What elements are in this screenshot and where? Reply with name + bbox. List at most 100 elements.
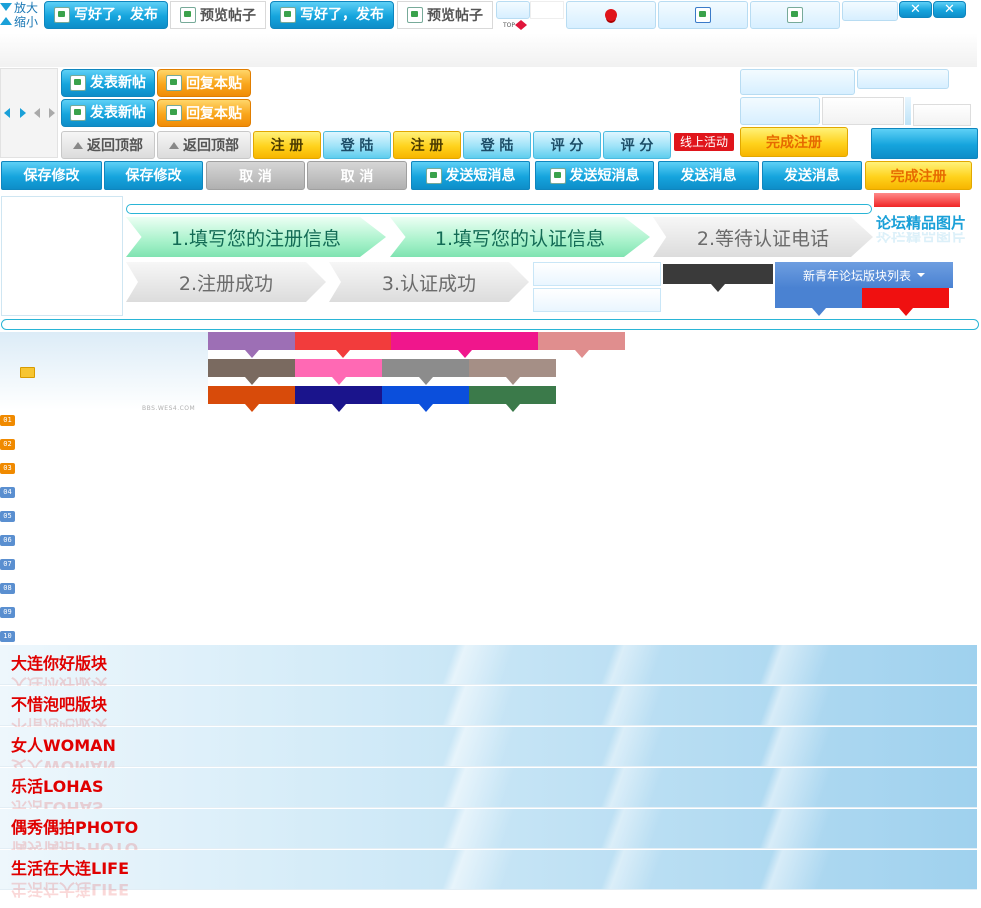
zoom-shrink[interactable]: 缩小 xyxy=(0,14,44,29)
swatch-orange[interactable] xyxy=(208,386,295,412)
close-icon: ✕ xyxy=(910,2,921,17)
board-banner-3[interactable]: 乐活LOHAS 乐活LOHAS xyxy=(0,768,977,817)
board-list-dropdown[interactable]: 新青年论坛版块列表 xyxy=(775,262,953,288)
step-1: 1.填写您的注册信息 xyxy=(126,217,386,257)
board-banner-1[interactable]: 不惜泡吧版块 不惜泡吧版块 xyxy=(0,686,977,735)
register-button-2[interactable]: 注 册 xyxy=(393,131,461,159)
featured-images-title[interactable]: 论坛精品图片 xyxy=(876,212,981,232)
close-button[interactable]: ✕ xyxy=(899,1,932,18)
top-slot-2[interactable] xyxy=(530,1,564,19)
login-button[interactable]: 登 陆 xyxy=(323,131,391,159)
right-slot-2[interactable] xyxy=(857,69,949,89)
export-button[interactable] xyxy=(750,1,840,29)
reply-button[interactable]: 回复本贴 xyxy=(157,69,251,97)
preview-button[interactable]: 预览帖子 xyxy=(170,1,266,29)
message-icon xyxy=(425,167,442,184)
preview-icon xyxy=(180,7,196,23)
arrow-left-icon[interactable] xyxy=(34,108,40,118)
arrow-right-icon[interactable] xyxy=(49,108,55,118)
number-badge: 01 xyxy=(0,415,15,426)
edit-icon xyxy=(280,7,296,23)
number-badge: 02 xyxy=(0,439,15,450)
right-slot-5[interactable] xyxy=(905,97,911,125)
cancel-button-2[interactable]: 取 消 xyxy=(307,161,407,190)
send-sms-button[interactable]: 发送短消息 xyxy=(411,161,530,190)
swatch-taupe[interactable] xyxy=(469,359,556,385)
number-badge: 07 xyxy=(0,559,15,570)
board-banner-4[interactable]: 偶秀偶拍PHOTO 偶秀偶拍PHOTO xyxy=(0,809,977,858)
award-button[interactable] xyxy=(566,1,656,29)
document-icon xyxy=(695,7,711,23)
step-5: 3.认证成功 xyxy=(329,262,529,302)
swatch-rose[interactable] xyxy=(538,332,625,358)
number-badge: 03 xyxy=(0,463,15,474)
doc-button[interactable] xyxy=(658,1,748,29)
header-divider xyxy=(0,33,977,67)
right-slot-1[interactable] xyxy=(740,69,855,95)
complete-register-button[interactable]: 完成注册 xyxy=(740,127,848,157)
right-slot-4[interactable] xyxy=(822,97,904,125)
swatch-purple[interactable] xyxy=(208,332,295,358)
swatch-grey[interactable] xyxy=(382,359,469,385)
right-slot-7[interactable] xyxy=(871,128,978,159)
featured-images-mirror: 论坛精品图片 xyxy=(876,232,967,244)
send-message-button[interactable]: 发送消息 xyxy=(658,161,759,190)
board-banner-2[interactable]: 女人WOMAN 女人WOMAN xyxy=(0,727,977,776)
step-slot xyxy=(533,262,661,286)
swatch-brown[interactable] xyxy=(208,359,295,385)
login-button-2[interactable]: 登 陆 xyxy=(463,131,531,159)
mail-icon[interactable] xyxy=(20,367,35,378)
close-button-2[interactable]: ✕ xyxy=(933,1,966,18)
online-activity-button[interactable]: 线上活动 xyxy=(674,133,734,151)
right-slot-3[interactable] xyxy=(740,97,820,125)
arrow-left-icon[interactable] xyxy=(4,108,10,118)
top-slot-1[interactable] xyxy=(496,1,530,19)
swatch-pink[interactable] xyxy=(295,359,382,385)
back-top-button[interactable]: 返回顶部 xyxy=(61,131,155,159)
dark-tag xyxy=(663,264,773,292)
rate-button[interactable]: 评 分 xyxy=(533,131,601,159)
new-post-button-2[interactable]: 发表新帖 xyxy=(61,99,155,127)
back-to-top-arrows[interactable]: TOP xyxy=(503,19,539,31)
back-top-button-2[interactable]: 返回顶部 xyxy=(157,131,251,159)
cancel-button[interactable]: 取 消 xyxy=(206,161,305,190)
close-icon: ✕ xyxy=(944,2,955,17)
edit-icon xyxy=(54,7,70,23)
blue-tag xyxy=(775,288,862,316)
preview-button-2[interactable]: 预览帖子 xyxy=(397,1,493,29)
board-banner-5[interactable]: 生活在大连LIFE 生活在大连LIFE xyxy=(0,850,977,899)
reply-button-2[interactable]: 回复本贴 xyxy=(157,99,251,127)
save-button-2[interactable]: 保存修改 xyxy=(104,161,203,190)
swatch-green[interactable] xyxy=(469,386,556,412)
publish-button-2[interactable]: 写好了，发布 xyxy=(270,1,394,29)
edit-icon xyxy=(70,75,86,91)
step-4: 2.注册成功 xyxy=(126,262,326,302)
new-post-button[interactable]: 发表新帖 xyxy=(61,69,155,97)
arrow-up-icon xyxy=(169,141,179,149)
complete-register-button-2[interactable]: 完成注册 xyxy=(865,161,972,190)
send-message-button-2[interactable]: 发送消息 xyxy=(762,161,862,190)
send-sms-button-2[interactable]: 发送短消息 xyxy=(535,161,654,190)
number-badge: 08 xyxy=(0,583,15,594)
arrow-right-icon xyxy=(521,20,528,30)
swatch-magenta[interactable] xyxy=(391,332,538,358)
board-banner-0[interactable]: 大连你好版块 大连你好版块 xyxy=(0,645,977,694)
number-badge: 04 xyxy=(0,487,15,498)
reply-icon xyxy=(166,105,182,121)
save-button[interactable]: 保存修改 xyxy=(1,161,102,190)
swatch-red[interactable] xyxy=(295,332,391,358)
right-slot-6[interactable] xyxy=(913,104,971,126)
swatch-blue[interactable] xyxy=(382,386,469,412)
register-button[interactable]: 注 册 xyxy=(253,131,321,159)
publish-button[interactable]: 写好了，发布 xyxy=(44,1,168,29)
number-badge: 06 xyxy=(0,535,15,546)
top-slot-3[interactable] xyxy=(842,1,898,21)
reply-icon xyxy=(166,75,182,91)
arrow-right-icon[interactable] xyxy=(20,108,26,118)
number-badge: 10 xyxy=(0,631,15,642)
step-2: 1.填写您的认证信息 xyxy=(390,217,650,257)
caret-down-icon xyxy=(917,273,925,277)
swatch-navy[interactable] xyxy=(295,386,382,412)
rate-button-2[interactable]: 评 分 xyxy=(603,131,671,159)
chevron-up-icon xyxy=(0,17,12,25)
